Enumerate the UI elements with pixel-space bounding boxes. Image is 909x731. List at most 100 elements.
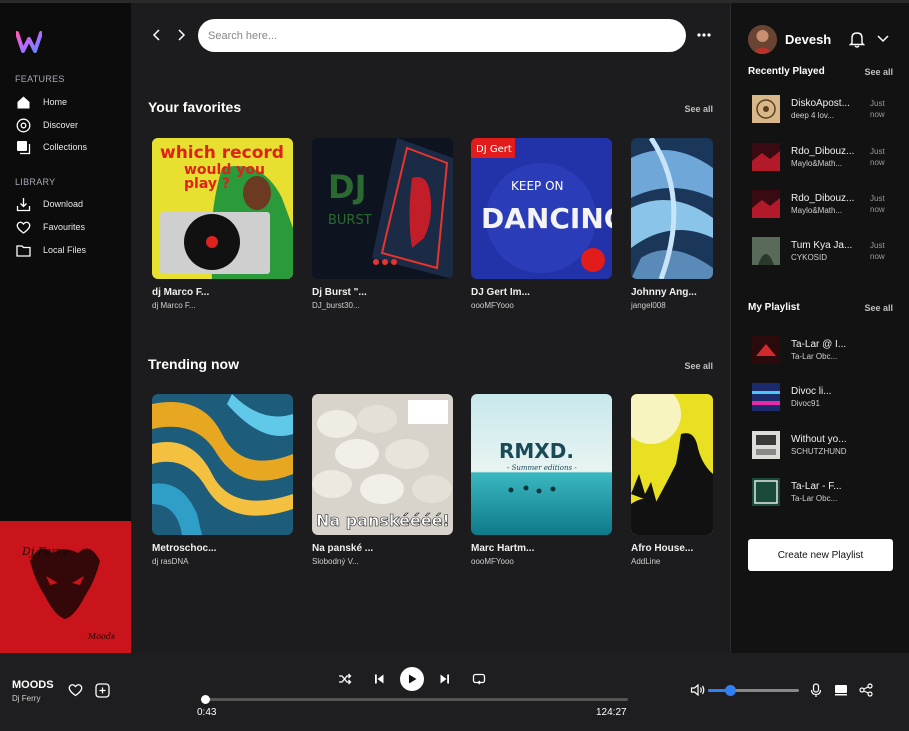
- microphone-button[interactable]: [808, 682, 824, 698]
- artwork-text: RMXD.: [499, 439, 574, 463]
- playlist-title: Ta-Lar @ I...: [791, 339, 847, 350]
- home-icon: [15, 94, 32, 111]
- repeat-button[interactable]: [471, 671, 487, 687]
- track-thumbnail: [752, 95, 780, 123]
- playlist-item[interactable]: Divoc li... Divoc91: [752, 383, 897, 411]
- chevron-right-icon: [178, 29, 186, 41]
- sidebar-item-label: Local Files: [43, 245, 87, 255]
- recently-played-item[interactable]: Rdo_Dibouz... Maylo&Math... Just now: [752, 190, 897, 218]
- card-artwork: RMXD. - Summer editions -: [471, 394, 612, 535]
- playlist-title: Without yo...: [791, 434, 847, 445]
- chevron-left-icon: [152, 29, 160, 41]
- main-content: Your favorites See all which record woul…: [131, 3, 730, 653]
- queue-button[interactable]: [833, 682, 849, 698]
- card-title: dj Marco F...: [152, 287, 210, 298]
- play-button[interactable]: [400, 667, 424, 691]
- back-button[interactable]: [149, 27, 165, 43]
- card-subtitle: DJ_burst30...: [312, 301, 360, 310]
- playlist-item[interactable]: Ta-Lar - F... Ta-Lar Obc...: [752, 478, 897, 506]
- progress-slider[interactable]: [201, 695, 628, 704]
- volume-handle[interactable]: [725, 685, 737, 696]
- playlist-item[interactable]: Without yo... SCHUTZHUND: [752, 431, 897, 459]
- card-title: Dj Burst "...: [312, 287, 367, 298]
- track-thumbnail: [752, 143, 780, 171]
- recently-played-item[interactable]: Tum Kya Ja... CYKOSID Just now: [752, 237, 897, 265]
- player-bar: MOODS Dj Ferry 0:43 124:27: [0, 653, 909, 731]
- track-artist: CYKOSID: [791, 253, 828, 262]
- collections-icon: [15, 139, 32, 156]
- volume-icon: [690, 683, 705, 697]
- playlist-artist: Divoc91: [791, 399, 820, 408]
- card-title: Na panské ...: [312, 543, 374, 554]
- artwork-text: KEEP ON: [511, 179, 564, 193]
- more-dots-icon: [697, 33, 711, 37]
- add-to-playlist-button[interactable]: [94, 682, 110, 698]
- sidebar-item-favourites[interactable]: Favourites: [15, 218, 125, 236]
- user-name[interactable]: Devesh: [785, 32, 831, 47]
- play-icon: [409, 674, 417, 684]
- progress-handle[interactable]: [201, 695, 211, 704]
- track-artist: Maylo&Math...: [791, 206, 843, 215]
- sidebar-item-collections[interactable]: Collections: [15, 138, 125, 156]
- next-button[interactable]: [437, 671, 453, 687]
- track-title: DiskoApost...: [791, 98, 850, 109]
- share-button[interactable]: [858, 682, 874, 698]
- played-time: Just now: [870, 194, 885, 214]
- favorite-card[interactable]: DJ BURST Dj Burst "... DJ_burst30...: [312, 138, 453, 310]
- track-artist: Maylo&Math...: [791, 159, 843, 168]
- create-playlist-button[interactable]: Create new Playlist: [748, 539, 893, 571]
- artwork-text: BURST: [328, 213, 372, 228]
- sidebar-item-label: Download: [43, 199, 84, 209]
- forward-button[interactable]: [173, 27, 189, 43]
- playlist-item[interactable]: Ta-Lar @ I... Ta-Lar Obc...: [752, 336, 897, 364]
- favorite-card[interactable]: which record would you play ? dj Marco F…: [152, 138, 293, 310]
- trending-card[interactable]: Na panskéééé! Na panské ... Slobodný V..…: [312, 394, 453, 566]
- app-logo[interactable]: [16, 30, 42, 54]
- volume-button[interactable]: [689, 682, 707, 698]
- artwork-text: play ?: [184, 176, 230, 192]
- now-playing-title: MOODS: [12, 679, 54, 691]
- artwork-text: - Summer editions -: [507, 464, 577, 472]
- skip-previous-icon: [375, 674, 384, 684]
- more-options-button[interactable]: [696, 27, 712, 43]
- artwork-text: DJ: [328, 168, 366, 206]
- avatar[interactable]: [748, 25, 777, 54]
- volume-slider[interactable]: [708, 685, 799, 696]
- share-icon: [859, 683, 873, 697]
- favorite-card[interactable]: DJ Gert KEEP ON DANCING DJ Gert Im... oo…: [471, 138, 612, 310]
- artwork-text: Na panskéééé!: [316, 511, 450, 530]
- card-title: Marc Hartm...: [471, 543, 535, 554]
- artwork-signature-text: Moods: [87, 632, 115, 641]
- sidebar-item-discover[interactable]: Discover: [15, 116, 125, 134]
- search-input[interactable]: [198, 19, 686, 52]
- sidebar-item-download[interactable]: Download: [15, 195, 125, 213]
- recently-played-item[interactable]: Rdo_Dibouz... Maylo&Math... Just now: [752, 143, 897, 171]
- artwork-signature-text: Dj Ferry: [21, 545, 69, 558]
- my-playlist-see-all-link[interactable]: See all: [864, 303, 893, 313]
- compass-icon: [15, 117, 32, 134]
- artwork-text: DANCING: [481, 202, 612, 235]
- add-box-icon: [94, 682, 110, 698]
- previous-button[interactable]: [371, 671, 387, 687]
- track-thumbnail: [752, 237, 780, 265]
- bell-icon: [848, 32, 866, 48]
- sidebar-item-home[interactable]: Home: [15, 93, 125, 111]
- played-time: Just now: [870, 99, 885, 119]
- recently-played-item[interactable]: DiskoApost... deep 4 lov... Just now: [752, 95, 897, 123]
- repeat-icon: [472, 673, 486, 685]
- sidebar-item-local-files[interactable]: Local Files: [15, 241, 125, 259]
- sidebar-item-label: Collections: [43, 142, 88, 152]
- track-title: Tum Kya Ja...: [791, 240, 853, 251]
- recently-played-see-all-link[interactable]: See all: [864, 67, 893, 77]
- card-artwork: Na panskéééé!: [312, 394, 453, 535]
- like-button[interactable]: [67, 682, 83, 698]
- trending-see-all-link[interactable]: See all: [684, 361, 713, 371]
- account-menu-button[interactable]: [876, 31, 890, 45]
- trending-card[interactable]: Metroschoc... dj rasDNA: [152, 394, 293, 566]
- notifications-button[interactable]: [848, 30, 866, 48]
- chevron-down-icon: [877, 35, 889, 43]
- trending-card[interactable]: RMXD. - Summer editions - Marc Hartm... …: [471, 394, 612, 566]
- card-artwork: [631, 138, 713, 279]
- shuffle-button[interactable]: [337, 671, 353, 687]
- favorites-see-all-link[interactable]: See all: [684, 104, 713, 114]
